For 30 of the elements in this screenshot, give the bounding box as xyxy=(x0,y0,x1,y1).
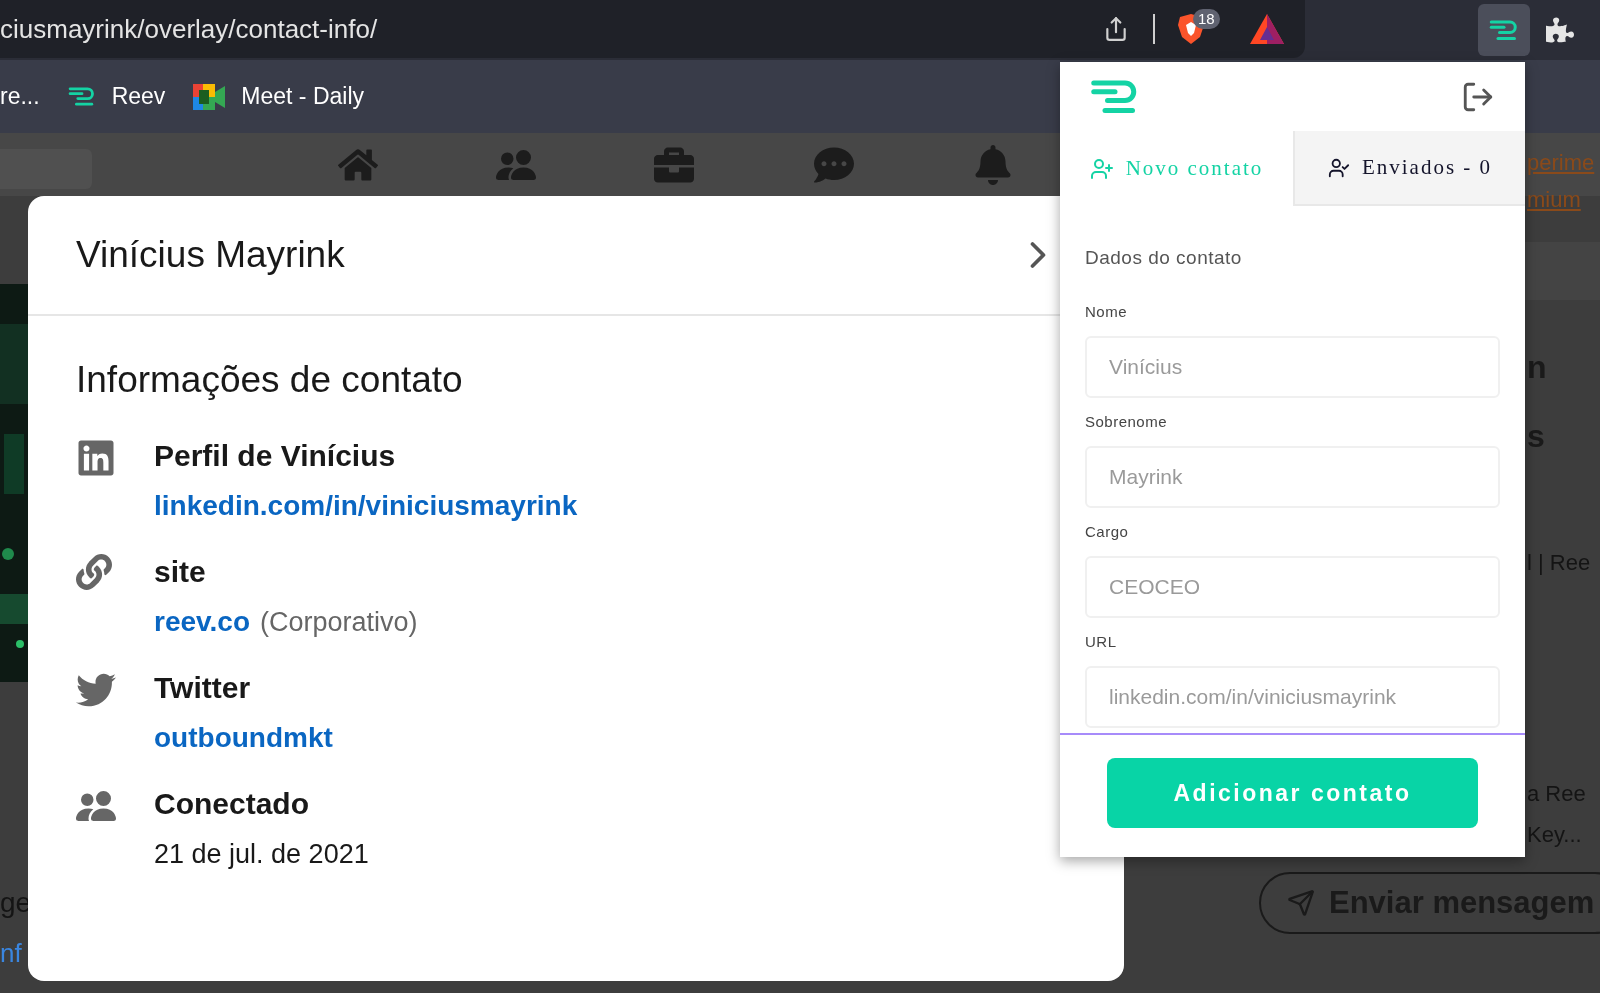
contact-label: site xyxy=(154,554,207,590)
bookmark[interactable]: Meet - Daily xyxy=(193,79,365,114)
contact-label: Conectado xyxy=(154,786,310,822)
input-field[interactable]: linkedin.com/in/viniciusmayrink xyxy=(1085,666,1500,728)
add-contact-button[interactable]: Adicionar contato xyxy=(1107,758,1478,828)
bookmark[interactable]: Reev xyxy=(67,79,166,114)
contact-link[interactable]: linkedin.com/in/viniciusmayrink xyxy=(154,486,578,526)
input-field[interactable]: Mayrink xyxy=(1085,446,1500,508)
contact-link[interactable]: outboundmkt xyxy=(154,718,333,758)
count-badge: 18 xyxy=(1193,9,1220,29)
form-heading: Dados do contato xyxy=(1085,246,1243,270)
field-label: URL xyxy=(1085,632,1118,652)
bookmark[interactable]: re... xyxy=(0,79,40,114)
shield-button[interactable]: 18 xyxy=(1177,9,1223,49)
contact-note: (Corporativo) xyxy=(260,606,418,639)
contact-link[interactable]: reev.co xyxy=(154,602,250,642)
contact-label: Twitter xyxy=(154,670,252,706)
field-label: Nome xyxy=(1085,302,1128,322)
field-label: Cargo xyxy=(1085,522,1130,542)
input-field[interactable]: CEOCEO xyxy=(1085,556,1500,618)
dialog-title: Vinícius Mayrink xyxy=(76,233,345,278)
input-field[interactable]: Vinícius xyxy=(1085,336,1500,398)
contact-date: 21 de jul. de 2021 xyxy=(154,838,369,871)
tab[interactable]: Enviados - 0 xyxy=(1293,131,1525,206)
address-bar[interactable]: ciusmayrink/overlay/contact-info/ 18 xyxy=(0,0,1305,58)
contact-label: Perfil de Vinícius xyxy=(154,438,397,474)
field-label: Sobrenome xyxy=(1085,412,1169,432)
address-text: ciusmayrink/overlay/contact-info/ xyxy=(0,12,378,46)
link[interactable]: mium xyxy=(1527,183,1581,216)
link[interactable]: nf xyxy=(0,934,22,973)
